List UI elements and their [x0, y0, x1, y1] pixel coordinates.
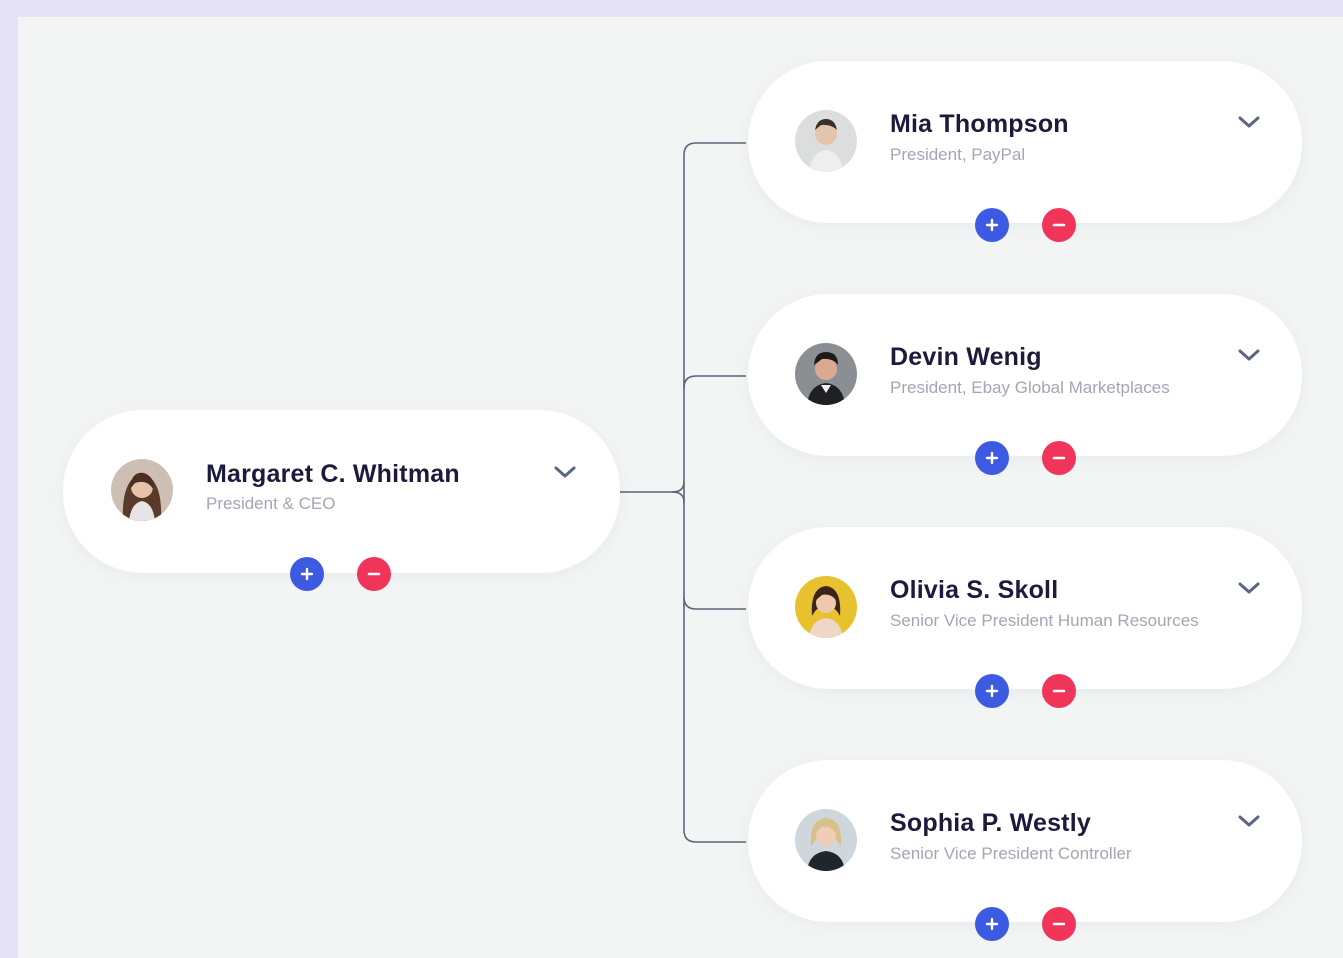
- minus-icon: [1052, 922, 1066, 926]
- plus-icon: [985, 917, 999, 931]
- man-light-shirt-avatar: [795, 110, 857, 172]
- chevron-down-icon[interactable]: [1236, 812, 1262, 830]
- employee-name: Olivia S. Skoll: [890, 576, 1059, 604]
- employee-title: President & CEO: [206, 494, 336, 513]
- woman-yellow-background-avatar: [795, 576, 857, 638]
- add-report-button[interactable]: [975, 907, 1009, 941]
- chevron-down-icon[interactable]: [1236, 346, 1262, 364]
- man-dark-hair-avatar: [795, 343, 857, 405]
- woman-brown-hair-avatar: [111, 459, 173, 521]
- remove-employee-button[interactable]: [1042, 441, 1076, 475]
- add-report-button[interactable]: [290, 557, 324, 591]
- chevron-down-icon[interactable]: [552, 463, 578, 481]
- employee-name: Sophia P. Westly: [890, 809, 1091, 837]
- report-card-devin-wenig[interactable]: Devin Wenig President, Ebay Global Marke…: [748, 294, 1302, 456]
- minus-icon: [1052, 689, 1066, 693]
- employee-title: Senior Vice President Controller: [890, 844, 1132, 863]
- report-card-olivia-skoll[interactable]: Olivia S. Skoll Senior Vice President Hu…: [748, 527, 1302, 689]
- root-employee-card[interactable]: Margaret C. Whitman President & CEO: [63, 410, 620, 573]
- minus-icon: [1052, 456, 1066, 460]
- employee-title: Senior Vice President Human Resources: [890, 611, 1199, 630]
- woman-blonde-hair-avatar: [795, 809, 857, 871]
- plus-icon: [985, 684, 999, 698]
- report-card-sophia-westly[interactable]: Sophia P. Westly Senior Vice President C…: [748, 760, 1302, 922]
- employee-title: President, PayPal: [890, 145, 1026, 164]
- remove-employee-button[interactable]: [357, 557, 391, 591]
- report-card-mia-thompson[interactable]: Mia Thompson President, PayPal: [748, 61, 1302, 223]
- chevron-down-icon[interactable]: [1236, 113, 1262, 131]
- employee-name: Margaret C. Whitman: [206, 460, 460, 488]
- add-report-button[interactable]: [975, 441, 1009, 475]
- employee-title: President, Ebay Global Marketplaces: [890, 378, 1170, 397]
- remove-employee-button[interactable]: [1042, 674, 1076, 708]
- remove-employee-button[interactable]: [1042, 208, 1076, 242]
- plus-icon: [985, 218, 999, 232]
- minus-icon: [1052, 223, 1066, 227]
- add-report-button[interactable]: [975, 674, 1009, 708]
- plus-icon: [985, 451, 999, 465]
- chevron-down-icon[interactable]: [1236, 579, 1262, 597]
- add-report-button[interactable]: [975, 208, 1009, 242]
- employee-name: Mia Thompson: [890, 110, 1069, 138]
- employee-name: Devin Wenig: [890, 343, 1042, 371]
- plus-icon: [300, 567, 314, 581]
- remove-employee-button[interactable]: [1042, 907, 1076, 941]
- minus-icon: [367, 572, 381, 576]
